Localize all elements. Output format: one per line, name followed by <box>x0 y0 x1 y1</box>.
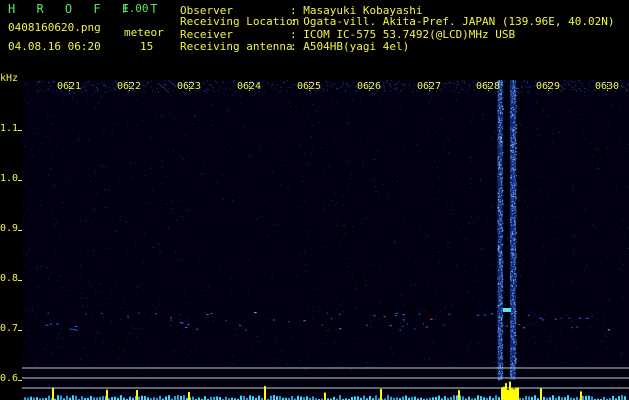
version-label: 1.00 <box>122 2 149 15</box>
time-label-0623: 0623 <box>177 81 202 92</box>
time-label-0621: 0621 <box>57 81 82 92</box>
meteor-label: meteor <box>124 26 164 39</box>
info-value-receiver: : ICOM IC-575 53.7492(@LCD)MHz USB <box>290 28 516 41</box>
info-value-antenna: : A504HB(yagi 4el) <box>290 40 410 53</box>
freq-label-1-1: 1.1 <box>0 123 19 134</box>
time-label-0628: 0628 <box>476 81 501 92</box>
info-label-antenna: Receiving antenna <box>180 40 293 53</box>
spectrogram-panel: kHz 0621 0622 0623 0624 0625 0626 0627 0… <box>0 66 629 400</box>
info-label-location: Receiving Location <box>180 15 300 28</box>
filename-label: 0408160620.png <box>8 21 101 34</box>
freq-label-0-8: 0.8 <box>0 273 19 284</box>
info-label-receiver: Receiver <box>180 28 233 41</box>
time-label-0622: 0622 <box>117 81 142 92</box>
time-label-0629: 0629 <box>536 81 561 92</box>
freq-label-0-7: 0.7 <box>0 323 19 334</box>
time-label-0624: 0624 <box>237 81 262 92</box>
datetime-label: 04.08.16 06:20 <box>8 40 101 53</box>
freq-label-0-6: 0.6 <box>0 373 19 384</box>
time-label-0625: 0625 <box>297 81 322 92</box>
time-label-0627: 0627 <box>417 81 442 92</box>
meteor-count: 15 <box>140 40 154 53</box>
freq-label-0-9: 0.9 <box>0 223 19 234</box>
info-value-location: : Ogata-vill. Akita-Pref. JAPAN (139.96E… <box>290 15 615 28</box>
freq-label-1-0: 1.0 <box>0 173 19 184</box>
spectrogram-plot <box>18 80 629 400</box>
hrofft-window: H R O F F T 1.00 0408160620.png meteor 0… <box>0 0 629 400</box>
time-label-0626: 0626 <box>357 81 382 92</box>
time-label-0630: 0630 <box>595 81 620 92</box>
freq-unit-label: kHz <box>0 73 19 84</box>
